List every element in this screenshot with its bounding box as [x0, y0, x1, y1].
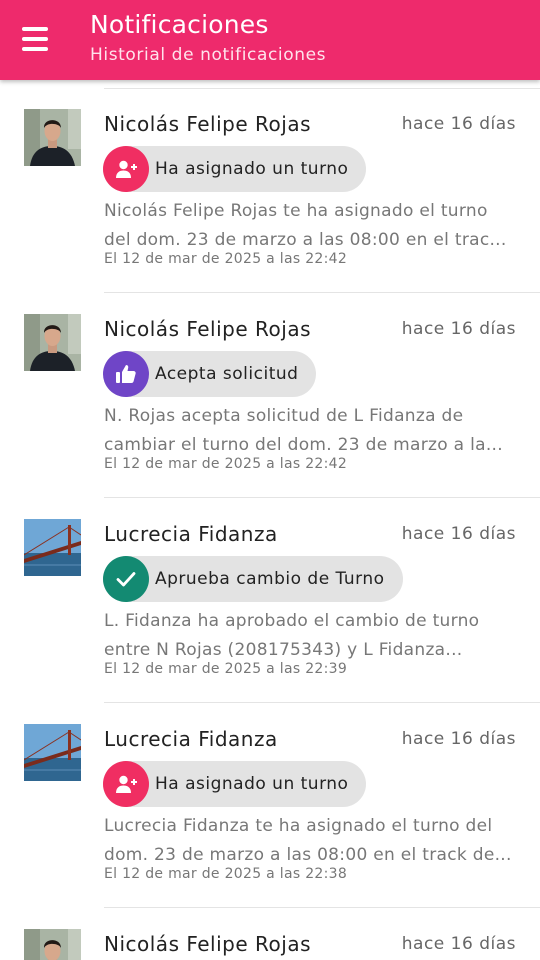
- notification-item[interactable]: Nicolás Felipe Rojas hace 16 días Acepta…: [0, 293, 540, 498]
- notification-description: L. Fidanza ha aprobado el cambio de turn…: [104, 607, 524, 665]
- description-line: Nicolás Felipe Rojas te ha asignado el t…: [104, 201, 488, 221]
- checkmark-icon: [103, 556, 149, 602]
- notification-date: El 12 de mar de 2025 a las 22:42: [104, 251, 348, 267]
- notification-date: El 12 de mar de 2025 a las 22:39: [104, 661, 348, 677]
- action-chip[interactable]: Ha asignado un turno: [103, 761, 367, 807]
- assign-user-icon: [103, 146, 149, 192]
- avatar[interactable]: [24, 109, 81, 166]
- sender-name: Nicolás Felipe Rojas: [104, 317, 311, 341]
- assign-user-icon: [103, 761, 149, 807]
- page-title: Notificaciones: [90, 10, 269, 39]
- action-label: Ha asignado un turno: [155, 159, 349, 179]
- description-line: L. Fidanza ha aprobado el cambio de turn…: [104, 611, 480, 631]
- sender-name: Lucrecia Fidanza: [104, 727, 278, 751]
- sender-name: Nicolás Felipe Rojas: [104, 112, 311, 136]
- notification-description: Lucrecia Fidanza te ha asignado el turno…: [104, 812, 524, 870]
- notification-date: El 12 de mar de 2025 a las 22:42: [104, 456, 348, 472]
- sender-name: Lucrecia Fidanza: [104, 522, 278, 546]
- description-line: Lucrecia Fidanza te ha asignado el turno…: [104, 816, 493, 836]
- thumbs-up-icon: [103, 351, 149, 397]
- notification-item[interactable]: Lucrecia Fidanza hace 16 días Aprueba ca…: [0, 498, 540, 703]
- relative-time: hace 16 días: [401, 319, 516, 339]
- avatar[interactable]: [24, 724, 81, 781]
- notification-description: Nicolás Felipe Rojas te ha asignado el t…: [104, 197, 524, 255]
- page-subtitle: Historial de notificaciones: [90, 45, 327, 65]
- notification-item[interactable]: Lucrecia Fidanza hace 16 días Ha asignad…: [0, 703, 540, 908]
- relative-time: hace 16 días: [401, 729, 516, 749]
- sender-name: Nicolás Felipe Rojas: [104, 932, 311, 956]
- avatar[interactable]: [24, 929, 81, 960]
- avatar[interactable]: [24, 314, 81, 371]
- avatar[interactable]: [24, 519, 81, 576]
- notification-item[interactable]: Nicolás Felipe Rojas hace 16 días: [0, 908, 540, 960]
- action-chip[interactable]: Ha asignado un turno: [103, 146, 367, 192]
- relative-time: hace 16 días: [401, 114, 516, 134]
- action-label: Aprueba cambio de Turno: [155, 569, 385, 589]
- relative-time: hace 16 días: [401, 934, 516, 954]
- notification-item[interactable]: Nicolás Felipe Rojas hace 16 días Ha asi…: [0, 88, 540, 293]
- notification-list: Nicolás Felipe Rojas hace 16 días Ha asi…: [0, 88, 540, 960]
- action-chip[interactable]: Acepta solicitud: [103, 351, 317, 397]
- action-label: Acepta solicitud: [155, 364, 299, 384]
- relative-time: hace 16 días: [401, 524, 516, 544]
- action-chip[interactable]: Aprueba cambio de Turno: [103, 556, 403, 602]
- notification-description: N. Rojas acepta solicitud de L Fidanza d…: [104, 402, 524, 460]
- notification-date: El 12 de mar de 2025 a las 22:38: [104, 866, 348, 882]
- app-bar: Notificaciones Historial de notificacion…: [0, 0, 540, 80]
- menu-icon[interactable]: [22, 27, 48, 53]
- description-line: N. Rojas acepta solicitud de L Fidanza d…: [104, 406, 464, 426]
- action-label: Ha asignado un turno: [155, 774, 349, 794]
